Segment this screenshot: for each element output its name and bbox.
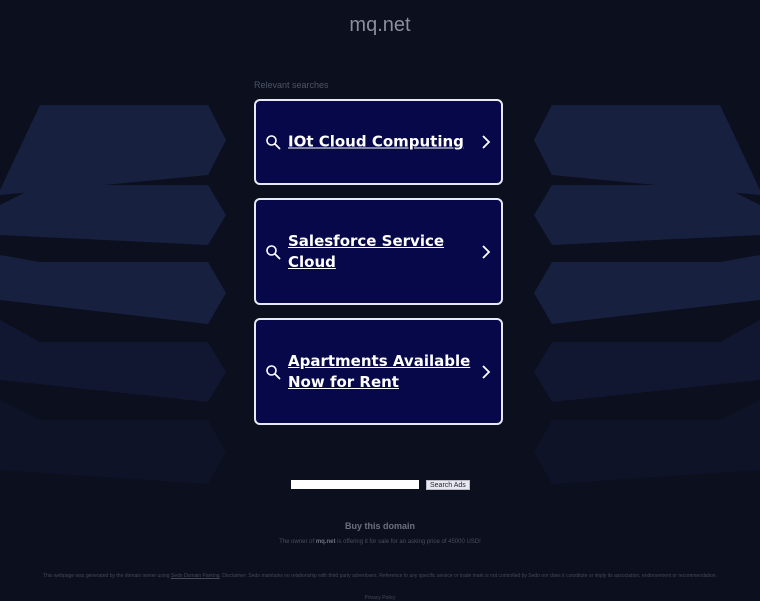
chevron-right-icon: [482, 244, 491, 259]
disclaimer-prefix: This webpage was generated by the domain…: [43, 573, 171, 579]
related-search-link-2[interactable]: Salesforce Service Cloud: [254, 198, 503, 305]
buy-domain-link[interactable]: Buy this domain: [0, 521, 760, 531]
related-search-link-3[interactable]: Apartments Available Now for Rent: [254, 318, 503, 425]
related-search-label: Salesforce Service Cloud: [288, 231, 445, 271]
disclaimer: This webpage was generated by the domain…: [40, 573, 720, 579]
search-input[interactable]: [291, 480, 419, 489]
site-domain-title: mq.net: [349, 14, 411, 36]
search-ads-button[interactable]: Search Ads: [426, 480, 470, 490]
sedo-parking-link[interactable]: Sedo Domain Parking: [171, 573, 220, 579]
chevron-right-icon: [482, 364, 491, 379]
related-search-link-1[interactable]: IOt Cloud Computing: [254, 99, 503, 185]
sale-notice-suffix: is offering it for sale for an asking pr…: [335, 539, 481, 545]
related-search-label: Apartments Available Now for Rent: [288, 351, 471, 391]
sale-notice-prefix: The owner of: [279, 539, 316, 545]
search-icon: [266, 135, 281, 150]
search-icon: [266, 364, 281, 379]
related-search-label: IOt Cloud Computing: [288, 132, 464, 151]
disclaimer-suffix: . Disclaimer: Sedo maintains no relation…: [219, 573, 717, 579]
sale-notice: The owner of mq.net is offering it for s…: [0, 539, 760, 545]
chevron-right-icon: [482, 135, 491, 149]
search-icon: [266, 244, 281, 259]
relevant-searches-label: Relevant searches: [254, 80, 329, 90]
privacy-policy-link[interactable]: Privacy Policy: [0, 595, 760, 601]
sale-notice-domain: mq.net: [315, 539, 336, 545]
